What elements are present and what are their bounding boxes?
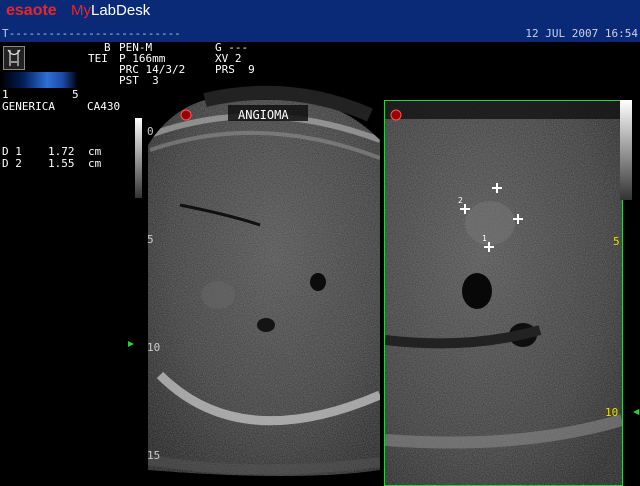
- right-orientation-marker-icon: [390, 109, 402, 121]
- right-focus-marker-icon: [633, 409, 639, 415]
- left-depth-10: 10: [147, 341, 161, 354]
- ultrasound-images: ANGIOMA 2 1: [148, 85, 623, 486]
- left-depth-5: 5: [147, 233, 154, 246]
- right-ultrasound-image: [385, 101, 622, 485]
- caliper-label-2: 2: [458, 196, 463, 205]
- left-orientation-marker-icon: [180, 109, 192, 121]
- left-ultrasound-image: [148, 100, 380, 476]
- image-annotation: ANGIOMA: [238, 108, 289, 122]
- left-focus-marker-icon: [128, 341, 134, 347]
- caliper-label-1: 1: [482, 234, 487, 243]
- right-gray-scale-bar: [620, 100, 632, 200]
- right-depth-5: 5: [613, 235, 620, 248]
- lesion: [465, 201, 515, 245]
- left-depth-0: 0: [147, 125, 154, 138]
- left-depth-15: 15: [147, 449, 161, 462]
- left-gray-scale-bar: [135, 118, 142, 198]
- right-depth-10: 10: [605, 406, 619, 419]
